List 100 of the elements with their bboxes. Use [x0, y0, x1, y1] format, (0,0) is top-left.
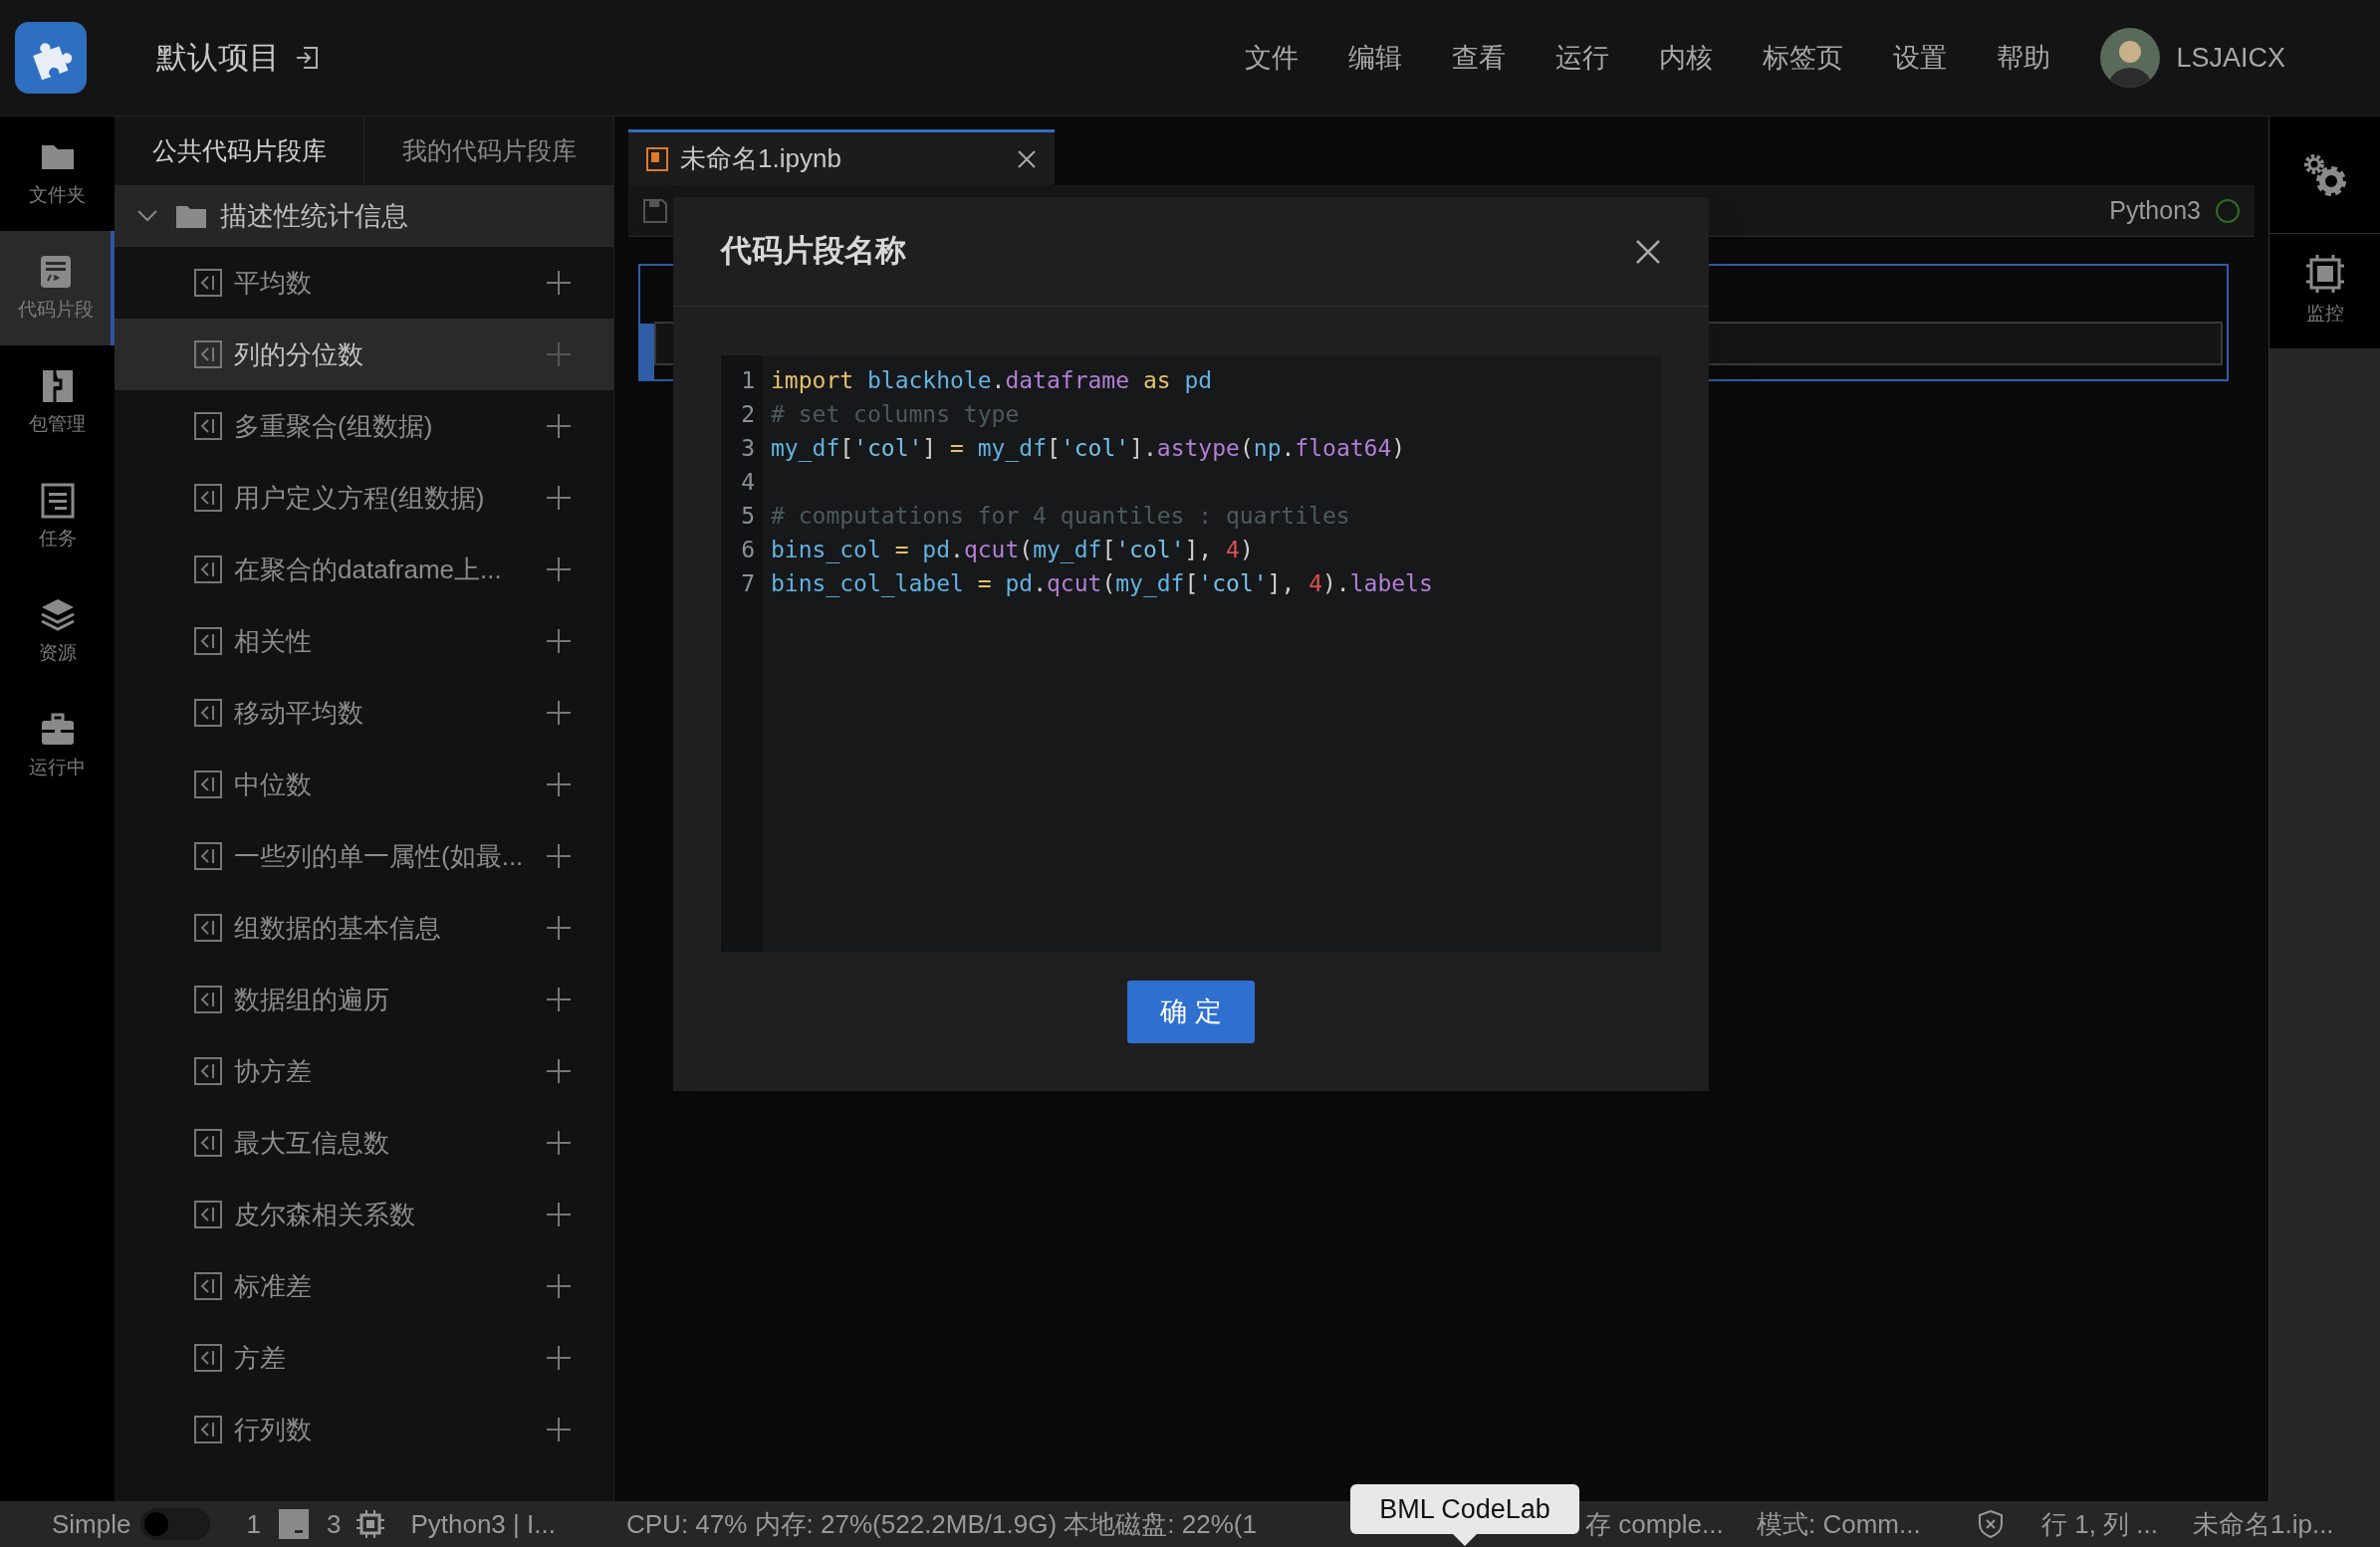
monitor-button[interactable]: 监控 [2269, 234, 2380, 348]
settings-icon [2301, 151, 2348, 198]
add-button[interactable] [546, 413, 572, 439]
plus-icon [547, 271, 571, 295]
plus-icon [547, 342, 571, 366]
code-line: bins_col = pd.qcut(my_df['col'], 4) [771, 536, 1255, 565]
mode-status: 模式: Comm... [1757, 1508, 1921, 1539]
sidebar-item[interactable]: 代码片段 [0, 231, 115, 345]
add-button[interactable] [546, 915, 572, 941]
confirm-button[interactable]: 确 定 [1127, 981, 1255, 1043]
snippet-icon [194, 555, 222, 583]
plus-icon [547, 557, 571, 581]
add-button[interactable] [546, 987, 572, 1012]
menu-item[interactable]: 运行 [1555, 37, 1610, 79]
sidebar-item[interactable]: 包管理 [0, 345, 115, 460]
snippet-label: 中位数 [234, 768, 312, 801]
notebook-tab[interactable]: 未命名1.ipynb [628, 129, 1055, 185]
add-button[interactable] [546, 1130, 572, 1156]
plus-icon [547, 629, 571, 653]
add-button[interactable] [546, 772, 572, 797]
add-button[interactable] [546, 1058, 572, 1084]
sidebar-item[interactable]: 文件夹 [0, 116, 115, 231]
sidebar-label: 代码片段 [17, 298, 94, 323]
add-button[interactable] [546, 1202, 572, 1227]
app-logo[interactable] [15, 22, 87, 94]
plus-icon [547, 701, 571, 725]
snippet-item[interactable]: 列的分位数 [115, 319, 613, 390]
code-line: my_df['col'] = my_df['col'].astype(np.float64) [771, 434, 1407, 464]
library-tab[interactable]: 公共代码片段库 [115, 116, 363, 185]
chip-icon [357, 1510, 385, 1538]
add-button[interactable] [546, 628, 572, 654]
add-button[interactable] [546, 485, 572, 511]
close-button[interactable] [1017, 148, 1037, 169]
snippet-item[interactable]: 中位数 [115, 749, 613, 820]
line-number: 1 [741, 366, 755, 395]
sidebar-item[interactable]: 资源 [0, 574, 115, 689]
sidebar-item[interactable]: 任务 [0, 460, 115, 574]
mode-label: Simple [52, 1507, 131, 1541]
snippet-icon [194, 699, 222, 727]
snippet-icon [194, 412, 222, 440]
snippet-item[interactable]: 用户定义方程(组数据) [115, 462, 613, 534]
plus-icon [547, 1203, 571, 1226]
file-name: 未命名1.ip... [2193, 1507, 2334, 1541]
snippet-label: 行列数 [234, 1413, 312, 1446]
kernel-name: Python3 [2109, 194, 2201, 226]
code-line: bins_col_label = pd.qcut(my_df['col'], 4).labels [771, 569, 1433, 599]
snippet-item[interactable]: 移动平均数 [115, 677, 613, 749]
snippet-group[interactable]: 描述性统计信息 [115, 185, 613, 247]
menu-item[interactable]: 文件 [1245, 37, 1300, 79]
menu-item[interactable]: 编辑 [1348, 37, 1403, 79]
add-button[interactable] [546, 1345, 572, 1371]
snippet-item[interactable]: 数据组的遍历 [115, 964, 613, 1035]
add-button[interactable] [546, 843, 572, 869]
snippet-icon [194, 1057, 222, 1085]
snippet-icon [194, 269, 222, 297]
snippet-icon [194, 484, 222, 512]
kernel-status: Python3 | I... [410, 1507, 556, 1541]
snippet-label: 列的分位数 [234, 337, 363, 371]
add-button[interactable] [546, 1417, 572, 1442]
plus-icon [547, 1131, 571, 1155]
close-button[interactable] [1635, 238, 1661, 265]
plus-icon [547, 844, 571, 868]
folder-icon [176, 204, 206, 228]
snippet-item[interactable]: 在聚合的dataframe上... [115, 534, 613, 605]
snippet-label: 相关性 [234, 624, 312, 658]
close-icon [1635, 238, 1661, 265]
snippet-label: 方差 [234, 1341, 286, 1375]
line-number: 2 [741, 400, 755, 429]
snippet-item[interactable]: 一些列的单一属性(如最... [115, 820, 613, 892]
add-button[interactable] [546, 700, 572, 726]
snippet-item[interactable]: 协方差 [115, 1035, 613, 1107]
simple-toggle[interactable] [140, 1508, 211, 1540]
snippet-icon [194, 1272, 222, 1300]
snippet-icon [194, 340, 222, 368]
add-button[interactable] [546, 270, 572, 296]
snippet-item[interactable]: 方差 [115, 1322, 613, 1394]
snippet-item[interactable]: 标准差 [115, 1250, 613, 1322]
snippet-label: 多重聚合(组数据) [234, 409, 433, 443]
code-line: # computations for 4 quantiles : quartiles [771, 502, 1351, 531]
menu-item[interactable]: 帮助 [1997, 37, 2051, 79]
menu-item[interactable]: 标签页 [1763, 37, 1844, 79]
user-name[interactable]: LSJAICX [2176, 37, 2285, 79]
menu-item[interactable]: 查看 [1452, 37, 1507, 79]
tooltip-pointer-icon [1453, 1534, 1477, 1546]
snippet-item[interactable]: 相关性 [115, 605, 613, 677]
snippet-icon [194, 1344, 222, 1372]
snippet-icon [194, 914, 222, 942]
sidebar-item[interactable]: 运行中 [0, 689, 115, 803]
menu-item[interactable]: 设置 [1893, 37, 1948, 79]
snippet-label: 用户定义方程(组数据) [234, 481, 485, 515]
snippet-item[interactable]: 多重聚合(组数据) [115, 390, 613, 462]
snippet-item[interactable]: 行列数 [115, 1394, 613, 1465]
snippet-item[interactable]: 皮尔森相关系数 [115, 1179, 613, 1250]
add-button[interactable] [546, 1273, 572, 1299]
snippet-item[interactable]: 组数据的基本信息 [115, 892, 613, 964]
snippet-icon [194, 1416, 222, 1443]
menu-item[interactable]: 内核 [1659, 37, 1714, 79]
snippet-item[interactable]: 平均数 [115, 247, 613, 319]
add-button[interactable] [546, 556, 572, 582]
snippet-item[interactable]: 最大互信息数 [115, 1107, 613, 1179]
